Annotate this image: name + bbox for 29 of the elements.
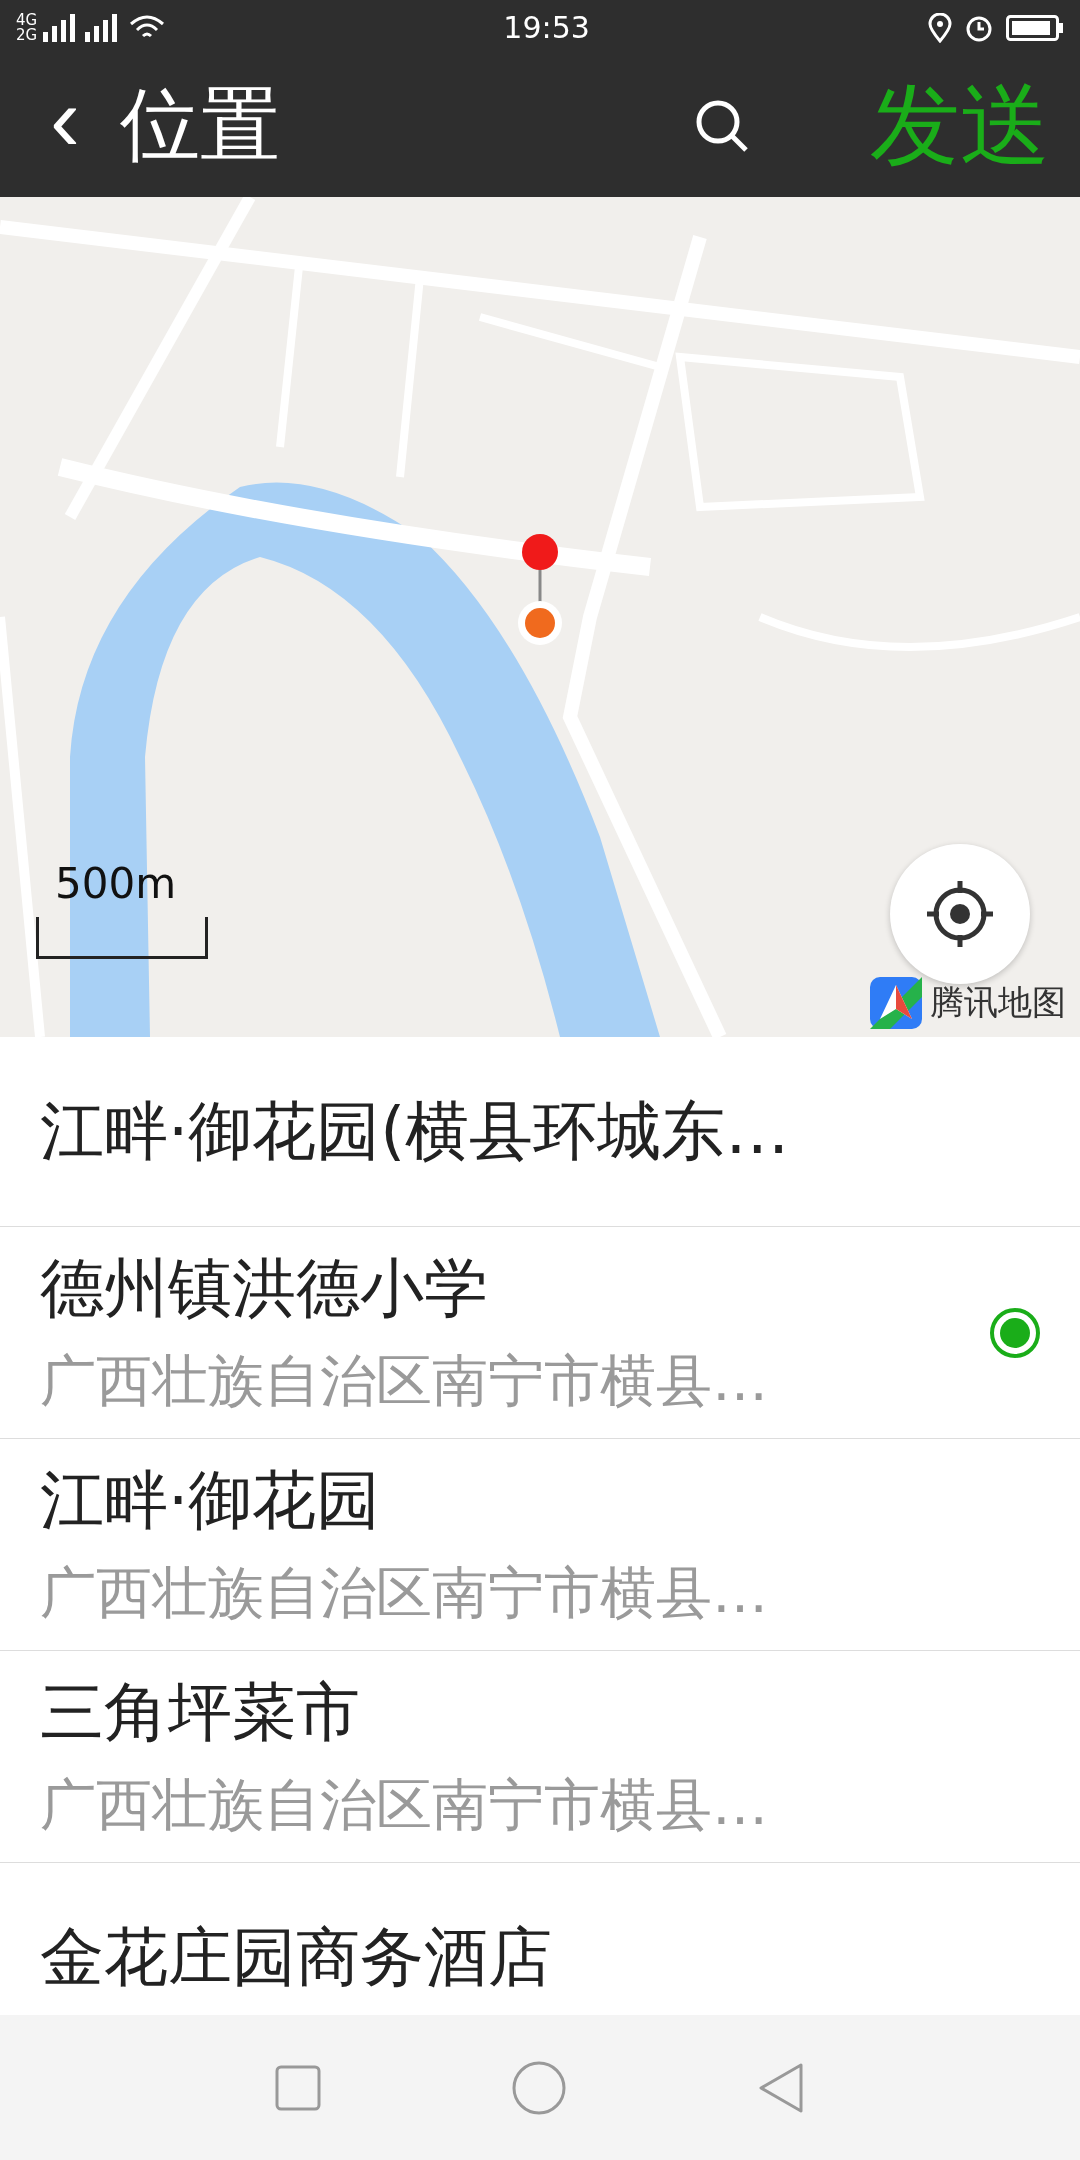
network-label: 2G: [16, 27, 38, 43]
location-pin-icon: [515, 533, 565, 648]
send-button[interactable]: 发送: [870, 65, 1050, 187]
location-icon: [928, 12, 952, 43]
home-button[interactable]: [511, 2059, 567, 2116]
page-title: 位置: [120, 77, 281, 173]
search-icon[interactable]: [694, 98, 750, 154]
back-nav-button[interactable]: [757, 2061, 805, 2114]
crosshair-icon: [925, 879, 995, 949]
map-logo-text: 腾讯地图: [930, 981, 1066, 1024]
place-name: 金花庄园商务酒店: [40, 1919, 553, 1996]
scale-label: 500m: [55, 859, 177, 908]
status-time: 19:53: [503, 10, 590, 45]
place-address: 广西壮族自治区南宁市横县…: [40, 1347, 769, 1415]
place-name: 江畔·御花园: [40, 1462, 382, 1539]
place-item[interactable]: 江畔·御花园 广西壮族自治区南宁市横县…: [0, 1439, 1080, 1651]
network-label: 4G: [16, 12, 38, 28]
recents-button[interactable]: [275, 2064, 321, 2111]
place-address: 广西壮族自治区南宁市横县…: [40, 1559, 769, 1627]
place-item[interactable]: 德州镇洪德小学 广西壮族自治区南宁市横县…: [0, 1227, 1080, 1439]
place-item[interactable]: 江畔·御花园(横县环城东…: [0, 1037, 1080, 1227]
place-name: 江畔·御花园(横县环城东…: [40, 1093, 791, 1170]
place-name: 德州镇洪德小学: [40, 1250, 489, 1327]
back-button[interactable]: ‹: [30, 74, 100, 178]
map-logo-icon: [870, 977, 922, 1029]
place-item[interactable]: 三角坪菜市 广西壮族自治区南宁市横县…: [0, 1651, 1080, 1863]
battery-icon: [1006, 14, 1064, 41]
place-address: 广西壮族自治区南宁市横县…: [40, 1771, 769, 1839]
place-name: 三角坪菜市: [40, 1674, 361, 1751]
